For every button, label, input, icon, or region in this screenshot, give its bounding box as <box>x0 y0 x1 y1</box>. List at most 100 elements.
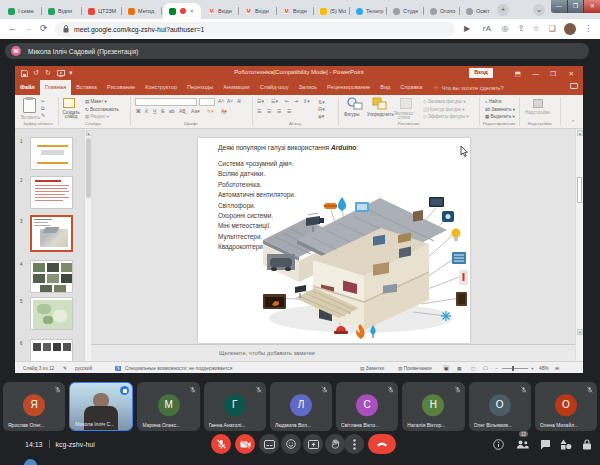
comment-icon[interactable] <box>570 83 578 89</box>
activities-icon[interactable] <box>559 437 573 451</box>
slide-thumb-5[interactable] <box>30 297 73 330</box>
browser-tab-6[interactable]: MВхідн <box>202 3 239 19</box>
mic-button[interactable] <box>211 434 231 454</box>
ppt-signin-button[interactable]: Вход <box>469 68 493 78</box>
notes-button[interactable]: ▤ Заметки <box>360 365 384 371</box>
minimize-button[interactable]: — <box>551 0 568 13</box>
slide-thumb-3-selected[interactable] <box>30 215 73 252</box>
quick-styles-icon[interactable] <box>400 98 412 109</box>
ribbon-tab-design[interactable]: Конструктор <box>140 80 182 95</box>
browser-tab-4[interactable]: Метод <box>122 3 162 19</box>
ppt-restore-icon[interactable]: ❐ <box>550 69 556 78</box>
ribbon-tab-slideshow[interactable]: Слайд-шоу <box>255 80 294 95</box>
bookmark-star-icon[interactable]: ☆ <box>531 24 541 34</box>
change-case-icon[interactable]: Аа▾ <box>191 108 200 114</box>
fit-slide-icon[interactable]: ⊞ <box>555 365 559 371</box>
browser-menu-icon[interactable]: ⋮ <box>583 24 593 34</box>
host-controls-icon[interactable] <box>580 437 594 451</box>
copy-icon[interactable]: ⧉ <box>41 105 45 111</box>
new-slide-icon[interactable] <box>63 98 75 108</box>
shape-outline-button[interactable]: ⬜ Контур фигуры ▾ <box>423 107 465 112</box>
raise-hand-button[interactable] <box>325 434 345 454</box>
shrink-font-icon[interactable]: A˅ <box>227 98 233 104</box>
arrange-icon[interactable] <box>372 97 388 111</box>
scrollbar-down-icon[interactable]: ▼ <box>577 329 583 335</box>
comments-button[interactable]: ▥ Примечания <box>398 365 432 371</box>
thumbnail-scrollbar[interactable]: ▲ <box>84 129 91 361</box>
info-icon[interactable] <box>491 437 505 451</box>
browser-tab-10[interactable]: Телегр <box>350 3 387 19</box>
reset-button[interactable]: ↻ Восстановить <box>85 107 119 112</box>
font-size-combobox[interactable] <box>199 98 215 106</box>
italic-button[interactable]: К <box>145 108 148 114</box>
tab-search-button[interactable]: ⌄ <box>533 4 545 16</box>
paste-button[interactable] <box>23 98 36 113</box>
format-painter-icon[interactable]: ✎ <box>41 112 45 118</box>
browser-tab-13[interactable]: Освіт <box>460 3 494 19</box>
search-icon[interactable]: ◎ <box>500 24 510 34</box>
replace-button[interactable]: ab Заменить ▾ <box>485 107 515 112</box>
tab-close-icon[interactable]: × <box>190 8 194 14</box>
back-button[interactable]: ← <box>8 23 17 33</box>
find-button[interactable]: ⌕ Найти <box>485 99 502 105</box>
align-center-icon[interactable]: ☰ <box>267 108 271 114</box>
participant-tile-8[interactable]: О Олег Вільямов... <box>469 382 531 431</box>
zoom-slider[interactable] <box>502 368 528 369</box>
ribbon-tab-home[interactable]: Главная <box>40 80 71 95</box>
shapes-icon[interactable] <box>346 97 364 111</box>
browser-tab-12[interactable]: Оголо <box>424 3 460 19</box>
sorter-view-icon[interactable]: ▦ <box>457 365 462 371</box>
participant-tile-2-video[interactable]: Микола Ілліч С... <box>69 382 133 431</box>
ribbon-tab-view[interactable]: Вид <box>375 80 395 95</box>
people-icon[interactable] <box>515 437 529 451</box>
participant-tile-7[interactable]: Н Наталія Віктор... <box>402 382 464 431</box>
new-tab-button[interactable]: + <box>497 4 509 16</box>
present-button[interactable] <box>303 434 323 454</box>
tell-me-box[interactable]: ☉Что вы хотите сделать? <box>427 80 503 95</box>
numbering-icon[interactable]: ☱▾ <box>271 98 278 104</box>
zoom-out-icon[interactable]: − <box>495 365 498 371</box>
language-indicator[interactable]: русский <box>75 365 92 371</box>
slide-thumb-4[interactable] <box>30 260 73 293</box>
scrollbar-up-icon[interactable]: ▲ <box>577 130 583 136</box>
slide-thumb-6[interactable] <box>30 339 73 361</box>
zoom-slider-thumb[interactable] <box>512 366 514 371</box>
current-slide[interactable]: Деякі популярні галузі використання Ardu… <box>198 138 470 343</box>
strikethrough-button[interactable]: S <box>161 108 164 114</box>
participant-tile-3[interactable]: М Марина Олекс... <box>137 382 199 431</box>
font-name-combobox[interactable] <box>135 98 197 106</box>
convert-smartart-icon[interactable]: ⬙▾ <box>318 113 324 119</box>
participant-tile-4[interactable]: Г Ганна Анатолі... <box>204 382 266 431</box>
notes-pane[interactable]: Щелкните, чтобы добавить заметки <box>91 344 575 361</box>
side-panel-icon[interactable]: ❏ <box>547 24 557 34</box>
translate-icon[interactable]: гA <box>482 24 492 34</box>
ribbon-tab-animations[interactable]: Анимации <box>218 80 254 95</box>
ribbon-tab-insert[interactable]: Вставка <box>71 80 102 95</box>
slide-thumb-2[interactable] <box>30 176 73 209</box>
indent-less-icon[interactable]: ⇤ <box>285 98 289 104</box>
browser-tab-9[interactable]: (5) Мо <box>314 3 350 19</box>
ribbon-tab-file[interactable]: Файл <box>15 80 40 95</box>
end-call-button[interactable] <box>368 434 396 454</box>
section-button[interactable]: ▦ Раздел ▾ <box>85 114 109 119</box>
ribbon-tab-help[interactable]: Справка <box>395 80 427 95</box>
slide-scrollbar[interactable]: ▲ ▼ <box>575 129 583 361</box>
line-spacing-icon[interactable]: ⇕▾ <box>303 98 310 104</box>
underline-button[interactable]: Ч <box>153 108 156 114</box>
ribbon-tab-draw[interactable]: Рисование <box>102 80 140 95</box>
layout-button[interactable]: ▤ Макет ▾ <box>85 99 107 104</box>
slideshow-view-icon[interactable]: 🖵 <box>483 365 488 371</box>
ribbon-tab-record[interactable]: Запись <box>294 80 322 95</box>
browser-tab-3[interactable]: ЦТ23М <box>82 3 122 19</box>
select-button[interactable]: ▦ Выделить ▾ <box>485 114 515 119</box>
participant-tile-1[interactable]: Я Ярослав Олег... <box>3 382 65 431</box>
participant-tile-9[interactable]: О Олена Михайл... <box>535 382 597 431</box>
bold-button[interactable]: Ж <box>136 108 141 114</box>
zoom-level[interactable]: 48% <box>539 365 549 371</box>
ppt-close-icon[interactable]: ✕ <box>569 69 574 78</box>
ribbon-tab-review[interactable]: Рецензирование <box>322 80 375 95</box>
participant-tile-6[interactable]: С Світлана Вікто... <box>336 382 398 431</box>
highlight-icon[interactable]: ✎▾ <box>207 108 214 114</box>
address-bar[interactable]: meet.google.com/kcg-zshv-hui?authuser=1 <box>55 22 455 37</box>
spell-check-icon[interactable]: ✎ <box>63 365 67 371</box>
